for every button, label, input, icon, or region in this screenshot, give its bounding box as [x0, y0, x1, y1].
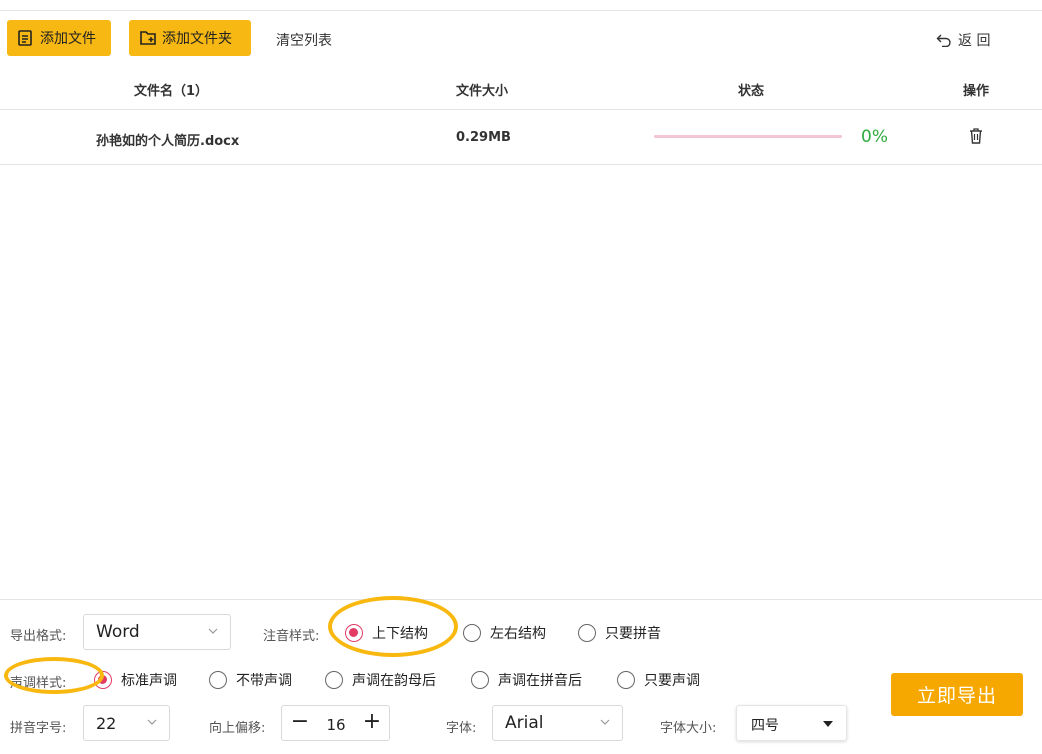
radio-label: 只要声调 [644, 673, 700, 689]
pinyin-size-label: 拼音字号: [10, 721, 67, 736]
tone-style-label: 声调样式: [10, 676, 67, 691]
header-filesize: 文件大小 [456, 84, 509, 99]
offset-value[interactable]: 16 [320, 716, 352, 734]
chevron-down-icon [147, 719, 157, 725]
radio-dot [325, 671, 343, 689]
radio-label: 声调在韵母后 [352, 673, 436, 689]
decrement-button[interactable]: − [288, 709, 312, 734]
back-button[interactable]: 返 回 [936, 30, 990, 50]
font-size-select[interactable]: 四号 [736, 705, 847, 741]
header-filename: 文件名（1） [134, 84, 209, 99]
radio-tone-after-final[interactable]: 声调在韵母后 [325, 670, 436, 690]
radio-label: 标准声调 [121, 673, 177, 689]
file-list-icon [18, 30, 32, 46]
add-file-label: 添加文件 [40, 31, 96, 47]
header-status: 状态 [738, 84, 765, 99]
add-file-button[interactable]: 添加文件 [7, 20, 111, 56]
chevron-down-icon [208, 628, 218, 634]
font-select[interactable]: Arial [492, 705, 623, 741]
row-filesize: 0.29MB [456, 130, 511, 145]
radio-dot [463, 624, 481, 642]
back-label: 返 回 [958, 33, 991, 49]
radio-label: 只要拼音 [605, 626, 661, 642]
radio-dot [345, 624, 363, 642]
caret-down-icon [823, 721, 833, 727]
offset-label: 向上偏移: [209, 721, 266, 736]
radio-dot [209, 671, 227, 689]
radio-label: 上下结构 [372, 626, 428, 642]
font-value: Arial [505, 713, 544, 733]
radio-label: 不带声调 [236, 673, 292, 689]
radio-tone-none[interactable]: 不带声调 [209, 670, 292, 690]
radio-annotation-left-right[interactable]: 左右结构 [463, 623, 546, 643]
progress-percent: 0% [861, 127, 888, 147]
export-format-select[interactable]: Word [83, 614, 231, 650]
toolbar: 添加文件 添加文件夹 清空列表 返 回 [0, 18, 1042, 60]
radio-tone-standard[interactable]: 标准声调 [94, 670, 177, 690]
file-table-header: 文件名（1） 文件大小 状态 操作 [0, 64, 1042, 110]
clear-list-button[interactable]: 清空列表 [276, 30, 332, 50]
font-label: 字体: [446, 721, 477, 736]
annotation-style-label: 注音样式: [263, 629, 320, 644]
pinyin-size-value: 22 [96, 713, 117, 733]
pinyin-size-select[interactable]: 22 [83, 705, 170, 741]
radio-label: 声调在拼音后 [498, 673, 582, 689]
export-now-button[interactable]: 立即导出 [891, 673, 1023, 716]
radio-dot [617, 671, 635, 689]
radio-label: 左右结构 [490, 626, 546, 642]
offset-stepper: − 16 + [281, 705, 390, 741]
font-size-label: 字体大小: [660, 721, 717, 736]
add-folder-button[interactable]: 添加文件夹 [129, 20, 251, 56]
add-folder-icon [140, 31, 156, 45]
radio-annotation-pinyin-only[interactable]: 只要拼音 [578, 623, 661, 643]
radio-dot [471, 671, 489, 689]
radio-tone-after-pinyin[interactable]: 声调在拼音后 [471, 670, 582, 690]
trash-icon[interactable] [968, 127, 984, 145]
export-settings-panel: 导出格式: Word 注音样式: 上下结构 左右结构 只要拼音 声调样式: 标准… [0, 596, 1042, 754]
chevron-down-icon [600, 719, 610, 725]
radio-dot [94, 671, 112, 689]
undo-arrow-icon [936, 34, 951, 47]
radio-dot [578, 624, 596, 642]
row-filename: 孙艳如的个人简历.docx [96, 134, 240, 149]
header-action: 操作 [963, 84, 990, 99]
increment-button[interactable]: + [360, 709, 384, 734]
progress-bar [654, 135, 842, 138]
export-format-value: Word [96, 622, 140, 642]
radio-annotation-top-bottom[interactable]: 上下结构 [345, 623, 428, 643]
top-divider [0, 10, 1042, 11]
radio-tone-only[interactable]: 只要声调 [617, 670, 700, 690]
font-size-value: 四号 [751, 718, 779, 734]
table-row: 孙艳如的个人简历.docx 0.29MB 0% [0, 110, 1042, 165]
add-folder-label: 添加文件夹 [162, 31, 232, 47]
export-format-label: 导出格式: [10, 629, 67, 644]
